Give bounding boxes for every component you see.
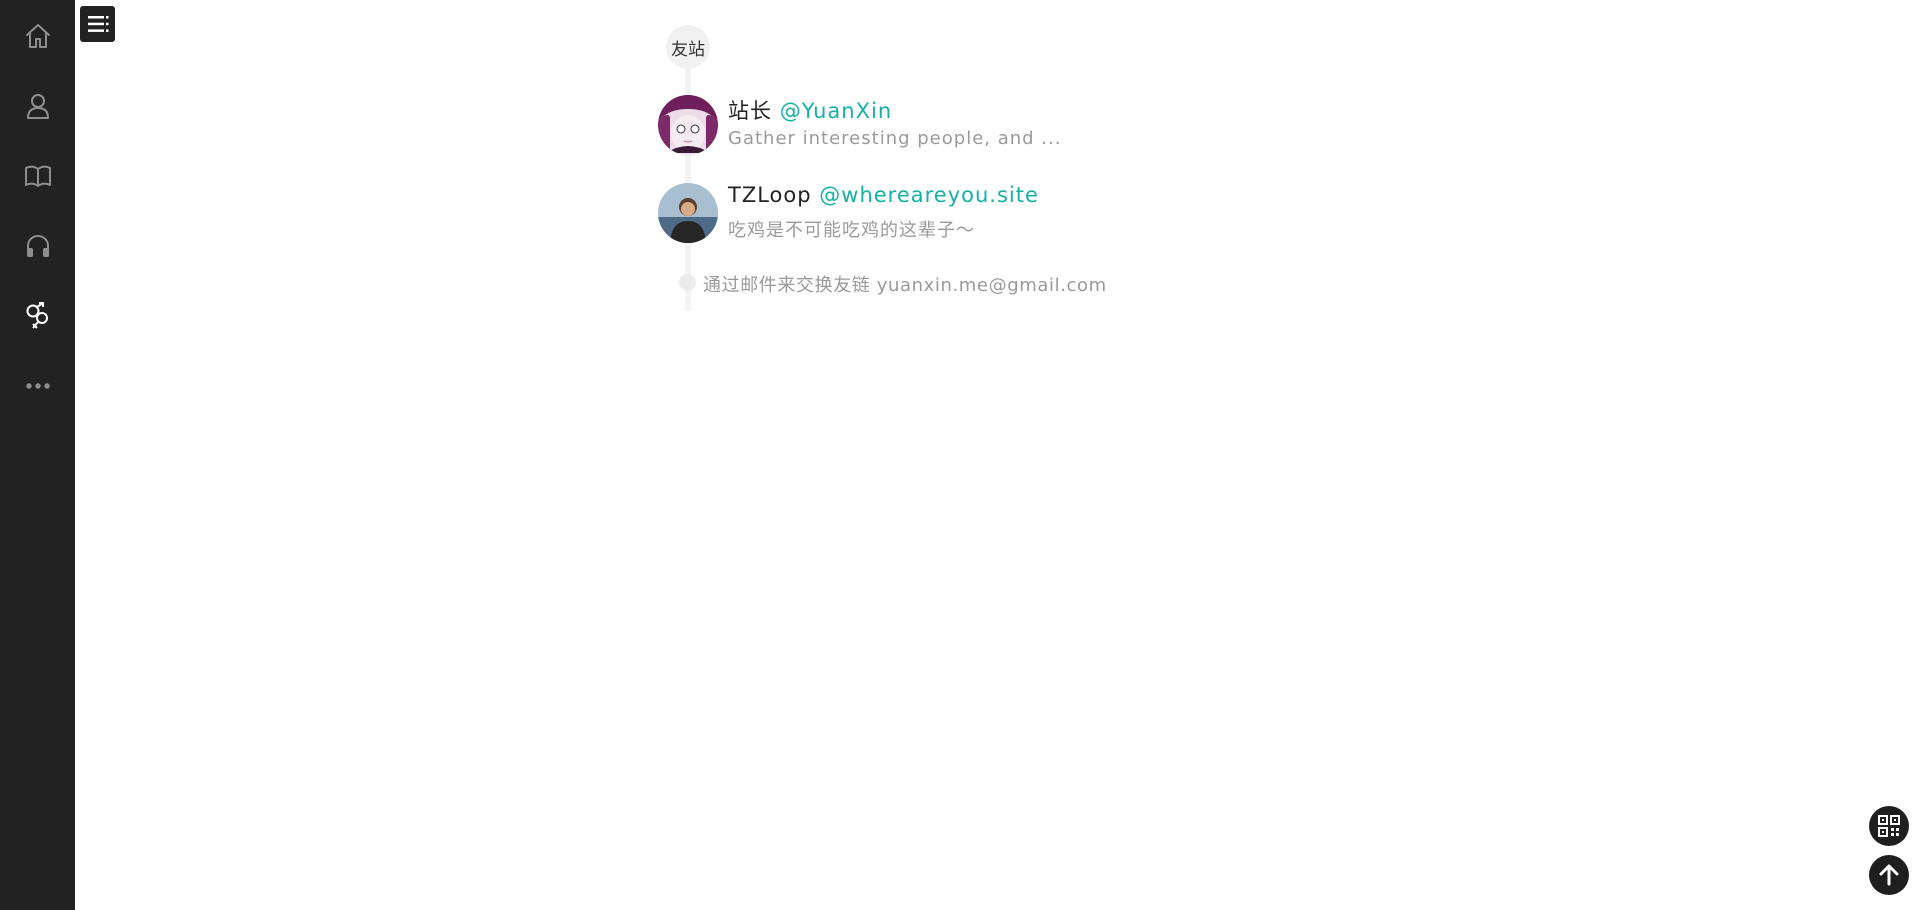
friend-title: TZLoop <box>728 183 812 207</box>
sidebar-item-more[interactable] <box>0 356 75 416</box>
friend-name: 站长 @YuanXin <box>728 95 892 125</box>
avatar[interactable] <box>658 95 718 155</box>
friend-link[interactable]: @whereareyou.site <box>819 183 1039 207</box>
sidebar-item-home[interactable] <box>0 6 75 66</box>
back-to-top-button[interactable] <box>1869 855 1909 895</box>
contact-text: 通过邮件来交换友链 yuanxin.me@gmail.com <box>703 275 1107 296</box>
home-icon <box>25 24 50 48</box>
sidebar-item-friends[interactable] <box>0 286 75 346</box>
sidebar-item-about[interactable] <box>0 76 75 136</box>
timeline-dot <box>679 274 696 291</box>
arrow-up-icon <box>1879 864 1899 886</box>
sidebar-item-music[interactable] <box>0 216 75 276</box>
friend-link[interactable]: @YuanXin <box>780 99 892 123</box>
friend-description: 吃鸡是不可能吃鸡的这辈子～ <box>728 220 975 241</box>
friend-title: 站长 <box>728 99 772 123</box>
qr-code-icon <box>1878 815 1900 837</box>
list-icon <box>87 16 108 32</box>
toc-button[interactable] <box>80 6 115 42</box>
section-badge: 友站 <box>666 25 710 69</box>
book-icon <box>24 165 51 187</box>
friend-name: TZLoop @whereareyou.site <box>728 183 1039 207</box>
headphones-icon <box>26 234 49 257</box>
qr-code-button[interactable] <box>1869 806 1909 846</box>
avatar[interactable] <box>658 183 718 243</box>
more-icon <box>25 383 50 389</box>
user-icon <box>26 94 49 119</box>
sidebar <box>0 0 75 910</box>
sidebar-item-books[interactable] <box>0 146 75 206</box>
friend-description: Gather interesting people, and ... <box>728 128 1062 149</box>
gender-icon <box>26 302 48 329</box>
timeline-line <box>685 40 691 310</box>
